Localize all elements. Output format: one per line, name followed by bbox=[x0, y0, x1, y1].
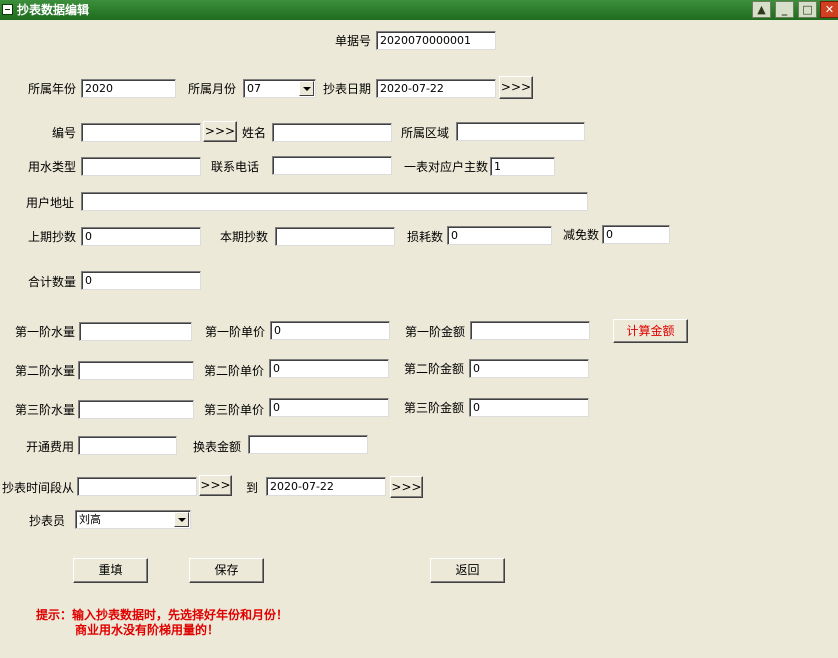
code-lookup-button[interactable]: >>> bbox=[203, 121, 237, 142]
period-to-field[interactable]: 2020-07-22 bbox=[266, 477, 386, 496]
year-field[interactable]: 2020 bbox=[81, 79, 176, 98]
address-field[interactable] bbox=[81, 192, 588, 211]
loss-label: 损耗数 bbox=[407, 230, 444, 244]
tier2-amount-field[interactable]: 0 bbox=[469, 359, 589, 378]
reader-value: 刘高 bbox=[79, 513, 101, 526]
households-label: 一表对应户主数 bbox=[404, 160, 489, 174]
address-label: 用户地址 bbox=[26, 196, 75, 210]
open-fee-label: 开通费用 bbox=[26, 440, 75, 454]
reduction-label: 减免数 bbox=[563, 228, 600, 242]
curr-reading-label: 本期抄数 bbox=[220, 230, 269, 244]
save-button[interactable]: 保存 bbox=[189, 558, 264, 583]
phone-label: 联系电话 bbox=[211, 160, 260, 174]
bill-no-label: 单据号 bbox=[335, 34, 372, 48]
total-label: 合计数量 bbox=[28, 275, 77, 289]
prev-reading-field[interactable]: 0 bbox=[81, 227, 201, 246]
households-field[interactable]: 1 bbox=[490, 157, 555, 176]
tier3-amount-field[interactable]: 0 bbox=[469, 398, 589, 417]
period-from-picker-button[interactable]: >>> bbox=[199, 475, 232, 496]
replace-fee-label: 换表金额 bbox=[193, 440, 242, 454]
close-button[interactable]: ✕ bbox=[820, 1, 838, 18]
name-label: 姓名 bbox=[242, 126, 267, 140]
tier2-amount-label: 第二阶金额 bbox=[404, 362, 465, 376]
tier1-qty-field[interactable] bbox=[79, 322, 192, 341]
phone-field[interactable] bbox=[272, 156, 392, 175]
calculate-amount-button[interactable]: 计算金额 bbox=[613, 319, 688, 343]
window-title: 抄表数据编辑 bbox=[17, 3, 90, 17]
reading-date-field[interactable]: 2020-07-22 bbox=[376, 79, 496, 98]
tier3-amount-label: 第三阶金额 bbox=[404, 401, 465, 415]
tier3-qty-label: 第三阶水量 bbox=[15, 403, 76, 417]
replace-fee-field[interactable] bbox=[248, 435, 368, 454]
reading-date-label: 抄表日期 bbox=[323, 82, 372, 96]
period-to-picker-button[interactable]: >>> bbox=[390, 476, 423, 498]
minimize-button[interactable]: _ bbox=[775, 1, 794, 18]
tip-line-1: 提示：输入抄表数据时，先选择好年份和月份！ bbox=[36, 608, 289, 622]
name-field[interactable] bbox=[272, 123, 392, 142]
region-label: 所属区域 bbox=[401, 126, 450, 140]
tier2-price-field[interactable]: 0 bbox=[269, 359, 389, 378]
reader-label: 抄表员 bbox=[29, 514, 66, 528]
period-from-label: 抄表时间段从 bbox=[2, 481, 75, 495]
code-label: 编号 bbox=[52, 126, 77, 140]
system-menu-icon[interactable] bbox=[2, 4, 13, 15]
reader-select[interactable]: 刘高 bbox=[75, 510, 191, 529]
tier1-amount-label: 第一阶金额 bbox=[405, 325, 466, 339]
water-type-label: 用水类型 bbox=[28, 160, 77, 174]
period-from-field[interactable] bbox=[77, 477, 197, 496]
tier2-price-label: 第二阶单价 bbox=[204, 364, 265, 378]
water-type-field[interactable] bbox=[81, 157, 201, 176]
tier2-qty-field[interactable] bbox=[78, 361, 194, 380]
back-button[interactable]: 返回 bbox=[430, 558, 505, 583]
tier1-amount-field[interactable] bbox=[470, 321, 590, 340]
tier2-qty-label: 第二阶水量 bbox=[15, 364, 76, 378]
tier3-qty-field[interactable] bbox=[78, 400, 194, 419]
reading-date-picker-button[interactable]: >>> bbox=[499, 76, 533, 99]
reset-button[interactable]: 重填 bbox=[73, 558, 148, 583]
tier3-price-label: 第三阶单价 bbox=[204, 403, 265, 417]
loss-field[interactable]: 0 bbox=[447, 226, 552, 245]
period-to-label: 到 bbox=[246, 481, 259, 495]
tier1-price-field[interactable]: 0 bbox=[270, 321, 390, 340]
chevron-down-icon[interactable] bbox=[299, 81, 314, 96]
code-field[interactable] bbox=[81, 123, 201, 142]
total-field[interactable]: 0 bbox=[81, 271, 201, 290]
chevron-down-icon[interactable] bbox=[174, 512, 189, 527]
tier1-qty-label: 第一阶水量 bbox=[15, 325, 76, 339]
help-button[interactable]: ▲ bbox=[752, 1, 771, 18]
open-fee-field[interactable] bbox=[78, 436, 177, 455]
tip-line-2: 商业用水没有阶梯用量的！ bbox=[75, 623, 220, 637]
bill-no-field[interactable]: 2020070000001 bbox=[376, 31, 496, 50]
reduction-field[interactable]: 0 bbox=[602, 225, 670, 244]
region-field[interactable] bbox=[456, 122, 585, 141]
month-select[interactable]: 07 bbox=[243, 79, 316, 98]
tier3-price-field[interactable]: 0 bbox=[269, 398, 389, 417]
maximize-button[interactable]: □ bbox=[798, 1, 817, 18]
curr-reading-field[interactable] bbox=[275, 227, 395, 246]
tier1-price-label: 第一阶单价 bbox=[205, 325, 266, 339]
prev-reading-label: 上期抄数 bbox=[28, 230, 77, 244]
month-label: 所属月份 bbox=[188, 82, 237, 96]
month-value: 07 bbox=[247, 82, 261, 95]
title-bar: 抄表数据编辑 ▲ _ □ ✕ bbox=[0, 0, 838, 20]
year-label: 所属年份 bbox=[28, 82, 77, 96]
